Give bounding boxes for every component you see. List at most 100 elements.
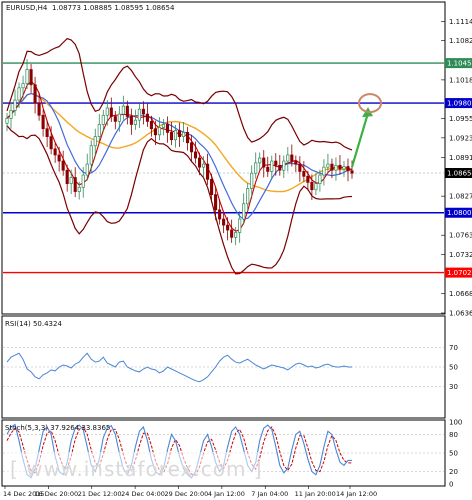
candle-body (306, 175, 310, 183)
candle-body (149, 121, 153, 130)
level-tag-label: 1.08003 (447, 209, 472, 217)
price-tick-label: 1.10825 (449, 37, 472, 45)
price-tick-label: 1.08910 (449, 154, 472, 162)
candle-body (9, 110, 13, 119)
candle-body (73, 177, 77, 192)
price-tick-label: 1.08275 (449, 193, 472, 201)
candle-body (246, 188, 250, 205)
candle-body (57, 154, 61, 162)
candle-body (141, 108, 145, 115)
price-tick-label: 1.11140 (449, 18, 472, 26)
candle-body (161, 124, 166, 128)
price-tick-label: 1.06680 (449, 290, 472, 298)
candle-body (198, 157, 202, 168)
candle-body (41, 114, 45, 130)
candle-body (5, 117, 9, 124)
candle-body (250, 172, 254, 189)
candle-body (286, 154, 290, 162)
price-panel (1, 1, 446, 315)
x-tick-label: 24 Dec 04:00 (121, 490, 165, 498)
candle-body (137, 108, 141, 121)
candle-body (101, 114, 105, 125)
candle-body (218, 209, 222, 220)
candle-body (210, 179, 214, 195)
chart-canvas: 1.11140 1.10825 1.10180 1.09550 1.09230 1.089… (0, 0, 472, 500)
watermark: [ www.instaforex.com ] (10, 457, 263, 481)
candle-body (326, 163, 330, 168)
candle-body (185, 132, 190, 144)
candle-body (37, 102, 41, 116)
symbol-label: EURUSD,H4 (6, 4, 48, 12)
candle-body (298, 163, 302, 172)
candle-body (93, 136, 97, 147)
candle-body (193, 151, 198, 159)
candle-body (29, 69, 33, 86)
price-tick-label: 1.07320 (449, 251, 472, 259)
candle-body (334, 164, 338, 171)
candle-body (206, 163, 210, 180)
x-tick-label: 21 Dec 12:00 (78, 490, 122, 498)
price-tick-label: 1.07635 (449, 232, 472, 240)
x-tick-label: 14 Jan 12:00 (336, 490, 377, 498)
candle-body (230, 229, 234, 238)
level-tag-label: 1.07022 (447, 269, 472, 277)
candle-body (318, 174, 322, 184)
candle-body (125, 105, 129, 117)
x-tick-label: 16 Dec 20:00 (34, 490, 78, 498)
candle-body (25, 69, 29, 84)
price-tick-label: 1.06360 (449, 310, 472, 318)
x-tick-label: 11 Jan 20:00 (295, 490, 336, 498)
candle-body (69, 177, 73, 184)
candle-body (33, 84, 37, 104)
candle-body (214, 194, 218, 211)
price-tick-label: 1.09230 (449, 134, 472, 142)
candle-body (45, 128, 49, 137)
candle-body (17, 87, 21, 101)
candle-body (266, 166, 270, 172)
candle-body (258, 157, 262, 164)
candle-body (338, 164, 342, 170)
candle-body (242, 203, 246, 220)
candle-body (290, 154, 294, 162)
candle-body (157, 127, 161, 136)
candle-body (105, 107, 109, 116)
candle-body (97, 124, 101, 137)
candle-body (61, 160, 65, 171)
candle-body (189, 142, 194, 153)
candle-body (314, 183, 318, 191)
candle-body (109, 107, 113, 117)
stoch-tick-label: 100 (449, 419, 462, 427)
candle-body (254, 162, 258, 174)
ohlc-readout: 1.08773 1.08885 1.08595 1.08654 (52, 4, 175, 12)
candle-body (153, 128, 157, 136)
rsi-legend: RSI(14) 50.4324 (5, 320, 62, 328)
candle-body (226, 224, 230, 231)
candle-body (117, 113, 121, 122)
candle-body (89, 145, 93, 165)
stoch-tick-label: 20 (449, 468, 458, 476)
level-tag-label: 1.10455 (447, 60, 472, 68)
candle-body (278, 164, 282, 171)
candle-body (77, 186, 81, 192)
stoch-tick-label: 0 (449, 481, 453, 489)
candle-body (85, 163, 89, 176)
x-tick-label: 4 Jan 12:00 (208, 490, 245, 498)
candle-body (181, 132, 186, 137)
candle-body (65, 169, 69, 184)
candle-body (113, 116, 117, 122)
x-tick-label: 29 Dec 20:00 (165, 490, 209, 498)
candle-body (238, 218, 242, 233)
candle-body (346, 166, 350, 172)
current-price-label: 1.08654 (447, 170, 472, 178)
candle-body (13, 99, 17, 111)
candle-body (133, 119, 137, 125)
price-tick-label: 1.09550 (449, 115, 472, 123)
candle-body (282, 160, 286, 171)
level-tag-label: 1.09800 (447, 100, 472, 108)
candle-body (270, 160, 274, 172)
candle-body (173, 130, 178, 141)
candle-body (294, 160, 298, 165)
candle-body (274, 160, 278, 166)
candle-body (350, 170, 354, 174)
rsi-tick-label: 70 (449, 344, 458, 352)
